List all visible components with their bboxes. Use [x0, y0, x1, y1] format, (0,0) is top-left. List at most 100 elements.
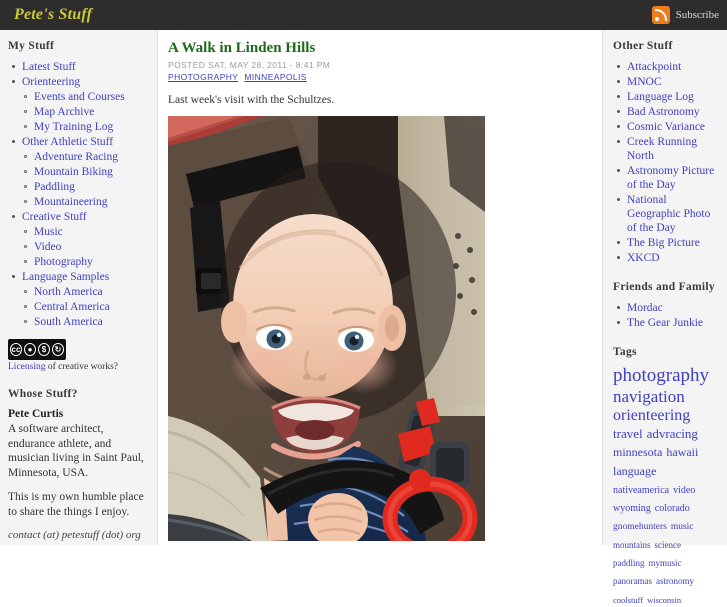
sidebar-subitem-map-archive[interactable]: Map Archive — [20, 105, 149, 119]
other-link-bad-astronomy[interactable]: Bad Astronomy — [613, 105, 721, 119]
main-navigation: Latest Stuff Orienteering Events and Cours… — [8, 60, 149, 329]
tag-colorado[interactable]: colorado — [655, 503, 690, 514]
tag-navigation[interactable]: navigation — [613, 387, 685, 406]
tag-cloud-line: orienteering — [613, 407, 721, 424]
tag-coolstuff[interactable]: coolstuff — [613, 595, 643, 605]
sidebar-subitem-mountaineering[interactable]: Mountaineering — [20, 195, 149, 209]
sidebar-subgroup: Adventure Racing Mountain Biking Paddling M… — [20, 150, 149, 209]
tag-cloud-line: language — [613, 462, 721, 479]
sidebar-subitem-central-america[interactable]: Central America — [20, 300, 149, 314]
sidebar-subitem-paddling[interactable]: Paddling — [20, 180, 149, 194]
creative-commons-block: cc ● $ ↻ Licensing of creative works? — [8, 339, 149, 372]
tag-minnesota[interactable]: minnesota — [613, 445, 662, 459]
tag-cloud-line: photography — [613, 365, 721, 387]
tag-cloud: photography navigation orienteering travel a… — [613, 365, 721, 607]
other-link-astronomy-picture-of-the-day[interactable]: Astronomy Picture of the Day — [613, 164, 721, 192]
main-content: A Walk in Linden Hills POSTED SAT, MAY 2… — [158, 30, 602, 545]
tag-language[interactable]: language — [613, 464, 656, 478]
other-link-mnoc[interactable]: MNOC — [613, 75, 721, 89]
sidebar-subitem-events-and-courses[interactable]: Events and Courses — [20, 90, 149, 104]
tag-cloud-line: mountains science — [613, 535, 721, 552]
tag-video[interactable]: video — [673, 485, 695, 496]
other-link-the-big-picture[interactable]: The Big Picture — [613, 236, 721, 250]
friends-list: Mordac The Gear Junkie — [613, 301, 721, 330]
post-category-tags: PHOTOGRAPHY MINNEAPOLIS — [168, 72, 592, 82]
tag-panoramas[interactable]: panoramas — [613, 576, 652, 586]
sidebar-item-orienteering[interactable]: Orienteering — [8, 75, 149, 89]
tag-cloud-line: gnomehunters music — [613, 516, 721, 533]
site-title[interactable]: Pete's Stuff — [14, 6, 92, 24]
license-link-text: Licensing — [8, 362, 46, 372]
other-link-national-geographic-photo-of-the-day[interactable]: National Geographic Photo of the Day — [613, 193, 721, 235]
tag-hawaii[interactable]: hawaii — [666, 445, 698, 459]
rss-icon — [651, 6, 670, 24]
author-note: This is my own humble place to share the… — [8, 491, 144, 518]
sidebar-subitem-music[interactable]: Music — [20, 225, 149, 239]
tag-cloud-line: panoramas astronomy — [613, 571, 721, 588]
cc-nc-icon: $ — [38, 343, 50, 356]
post-photo[interactable] — [168, 116, 485, 541]
sidebar-item-other-athletic-stuff[interactable]: Other Athletic Stuff — [8, 135, 149, 149]
right-sidebar: Other Stuff Attackpoint MNOC Language Log B… — [602, 30, 727, 604]
sidebar-subitem-adventure-racing[interactable]: Adventure Racing — [20, 150, 149, 164]
friend-link-mordac[interactable]: Mordac — [613, 301, 721, 315]
sidebar-subitem-photography[interactable]: Photography — [20, 255, 149, 269]
other-link-language-log[interactable]: Language Log — [613, 90, 721, 104]
tag-music[interactable]: music — [671, 522, 694, 532]
sidebar-subgroup: Events and Courses Map Archive My Training… — [20, 90, 149, 134]
post-body-text: Last week's visit with the Schultzes. — [168, 94, 335, 106]
tags-heading: Tags — [613, 346, 637, 358]
tag-orienteering[interactable]: orienteering — [613, 407, 690, 424]
license-link[interactable]: Licensing of creative works? — [8, 362, 149, 372]
tag-cloud-line: navigation — [613, 387, 721, 406]
tag-advracing[interactable]: advracing — [647, 426, 698, 441]
cc-icon: cc — [10, 343, 22, 356]
license-link-rest: of creative works? — [45, 362, 119, 372]
other-link-cosmic-variance[interactable]: Cosmic Variance — [613, 120, 721, 134]
sidebar-subitem-south-america[interactable]: South America — [20, 315, 149, 329]
cc-license-badge[interactable]: cc ● $ ↻ — [8, 339, 66, 360]
tag-cloud-line: coolstuff wisconsin — [613, 590, 721, 607]
page-root: Pete's Stuff Subscribe My Stuff Latest S… — [0, 0, 727, 604]
sidebar-subitem-mountain-biking[interactable]: Mountain Biking — [20, 165, 149, 179]
tag-cloud-line: travel advracing — [613, 425, 721, 442]
sidebar-subitem-north-america[interactable]: North America — [20, 285, 149, 299]
sidebar-subitem-my-training-log[interactable]: My Training Log — [20, 120, 149, 134]
tag-wyoming[interactable]: wyoming — [613, 503, 651, 514]
other-link-attackpoint[interactable]: Attackpoint — [613, 60, 721, 74]
tag-astronomy[interactable]: astronomy — [656, 576, 694, 586]
tag-nativeamerica[interactable]: nativeamerica — [613, 485, 669, 496]
post-title[interactable]: A Walk in Linden Hills — [168, 40, 592, 57]
post-timestamp: POSTED SAT, MAY 28, 2011 - 8:41 PM — [168, 60, 331, 70]
subscribe-link[interactable]: Subscribe — [651, 6, 719, 24]
tag-cloud-line: nativeamerica video — [613, 480, 721, 497]
sidebar-subgroup: North America Central America South Americ… — [20, 285, 149, 329]
author-name: Pete Curtis — [8, 408, 64, 420]
tag-travel[interactable]: travel — [613, 426, 643, 441]
other-link-xkcd[interactable]: XKCD — [613, 251, 721, 265]
tag-cloud-line: minnesota hawaii — [613, 443, 721, 460]
friends-heading: Friends and Family — [613, 281, 715, 293]
site-header: Pete's Stuff Subscribe — [0, 0, 727, 30]
friend-link-the-gear-junkie[interactable]: The Gear Junkie — [613, 316, 721, 330]
cc-by-icon: ● — [24, 343, 36, 356]
sidebar-item-latest-stuff[interactable]: Latest Stuff — [8, 60, 149, 74]
other-link-creek-running-north[interactable]: Creek Running North — [613, 135, 721, 163]
tag-gnomehunters[interactable]: gnomehunters — [613, 522, 667, 532]
post-tag-photography[interactable]: PHOTOGRAPHY — [168, 72, 238, 82]
about-heading: Whose Stuff? — [8, 388, 78, 400]
other-stuff-list: Attackpoint MNOC Language Log Bad Astronomy… — [613, 60, 721, 265]
sidebar-item-creative-stuff[interactable]: Creative Stuff — [8, 210, 149, 224]
tag-photography[interactable]: photography — [613, 365, 709, 386]
tag-paddling[interactable]: paddling — [613, 558, 645, 568]
tag-cloud-line: wyoming colorado — [613, 498, 721, 515]
photo-graphic — [168, 116, 485, 541]
sidebar-subgroup: Music Video Photography — [20, 225, 149, 269]
tag-mymusic[interactable]: mymusic — [649, 558, 682, 568]
other-stuff-heading: Other Stuff — [613, 40, 673, 52]
tag-wisconsin[interactable]: wisconsin — [647, 595, 681, 605]
sidebar-item-language-samples[interactable]: Language Samples — [8, 270, 149, 284]
page-columns: My Stuff Latest Stuff Orienteering Events … — [0, 30, 727, 604]
sidebar-subitem-video[interactable]: Video — [20, 240, 149, 254]
post-tag-minneapolis[interactable]: MINNEAPOLIS — [244, 72, 307, 82]
